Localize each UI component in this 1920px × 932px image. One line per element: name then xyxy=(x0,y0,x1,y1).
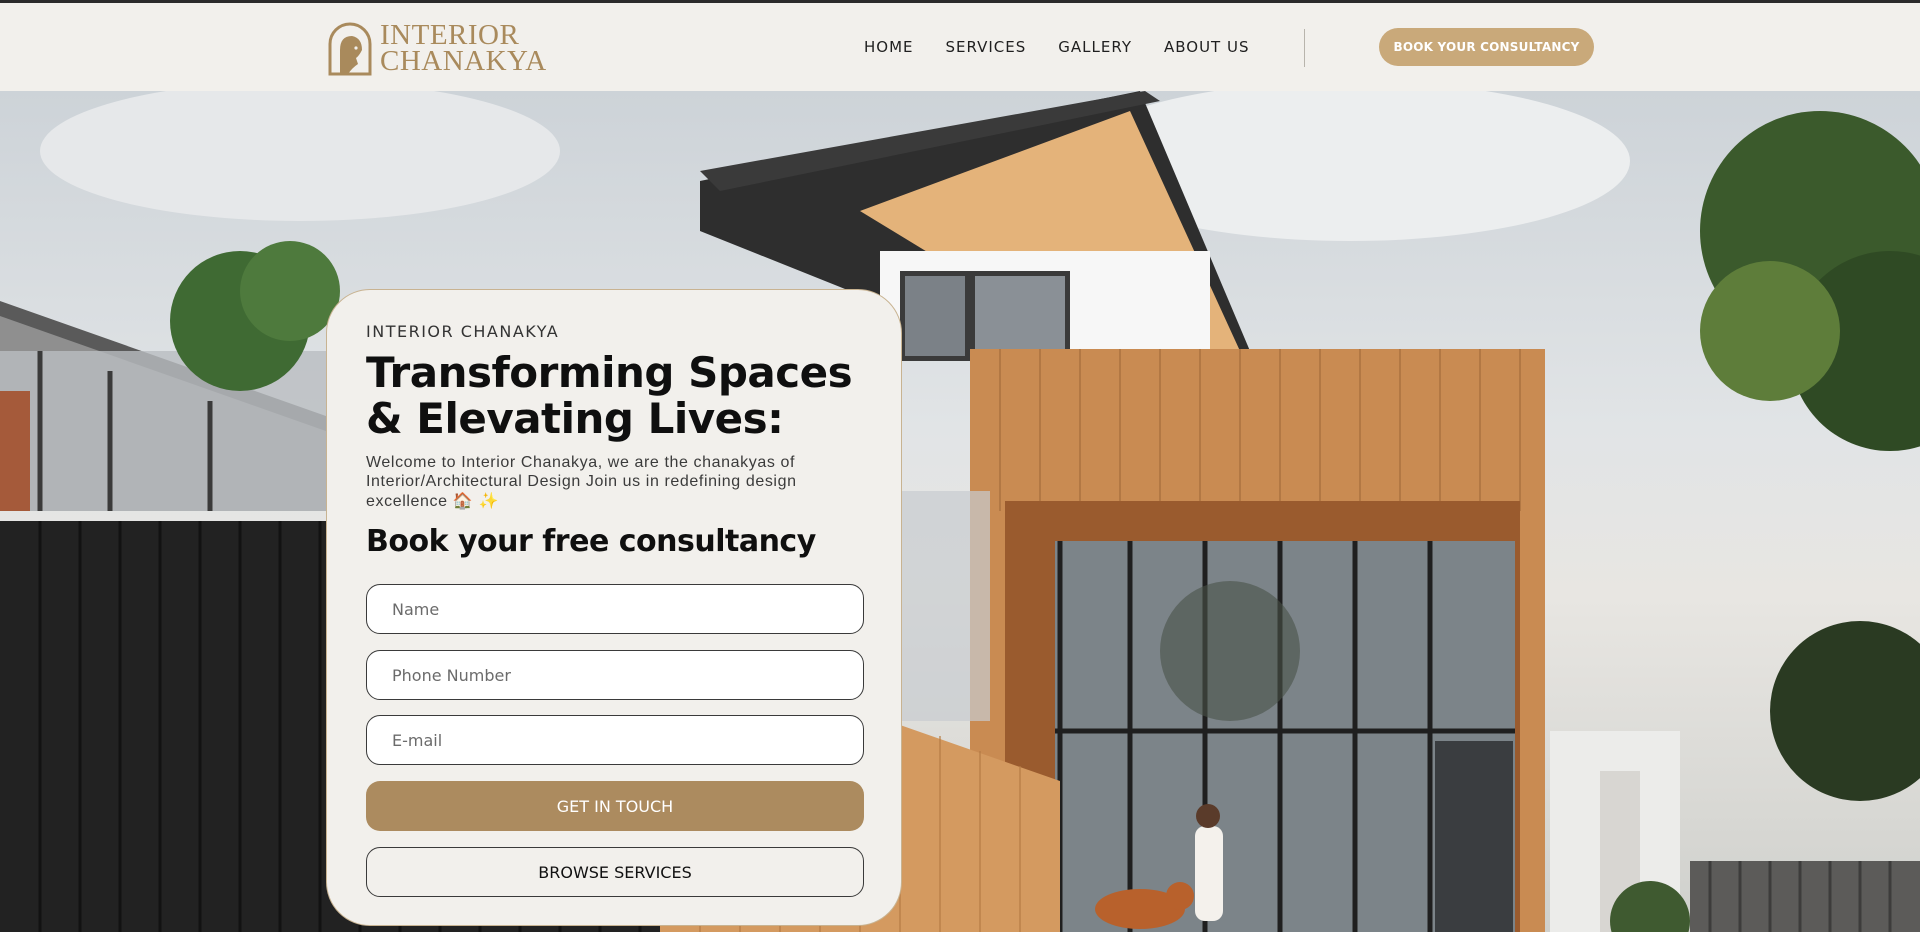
intro-text: Welcome to Interior Chanakya, we are the… xyxy=(366,454,797,510)
nav-divider xyxy=(1304,29,1305,67)
get-in-touch-button[interactable]: GET IN TOUCH xyxy=(366,781,864,831)
hero-house-illustration xyxy=(0,91,1920,932)
phone-input[interactable] xyxy=(366,650,864,700)
main-nav: HOME SERVICES GALLERY ABOUT US xyxy=(864,38,1282,56)
house-sparkles-emoji-icon: 🏠 ✨ xyxy=(452,491,500,510)
hero-section: INTERIOR CHANAKYA Transforming Spaces & … xyxy=(0,91,1920,932)
consultancy-subheading: Book your free consultancy xyxy=(366,524,816,559)
nav-home[interactable]: HOME xyxy=(864,38,914,56)
logo-line-2: CHANAKYA xyxy=(380,45,547,77)
site-logo[interactable]: INTERIOR CHANAKYA xyxy=(326,19,546,77)
email-input[interactable] xyxy=(366,715,864,765)
consultancy-card: INTERIOR CHANAKYA Transforming Spaces & … xyxy=(326,289,902,926)
hero-intro: Welcome to Interior Chanakya, we are the… xyxy=(366,453,876,511)
browse-services-button[interactable]: BROWSE SERVICES xyxy=(366,847,864,897)
nav-about-us[interactable]: ABOUT US xyxy=(1164,38,1250,56)
name-input[interactable] xyxy=(366,584,864,634)
card-eyebrow: INTERIOR CHANAKYA xyxy=(366,322,560,341)
book-consultancy-button[interactable]: BOOK YOUR CONSULTANCY xyxy=(1379,28,1594,66)
logo-wordmark: INTERIOR CHANAKYA xyxy=(380,21,547,77)
nav-gallery[interactable]: GALLERY xyxy=(1058,38,1132,56)
hero-headline: Transforming Spaces & Elevating Lives: xyxy=(366,348,853,443)
logo-emblem-icon xyxy=(326,20,374,76)
nav-services[interactable]: SERVICES xyxy=(946,38,1027,56)
site-header: INTERIOR CHANAKYA HOME SERVICES GALLERY … xyxy=(0,3,1920,91)
